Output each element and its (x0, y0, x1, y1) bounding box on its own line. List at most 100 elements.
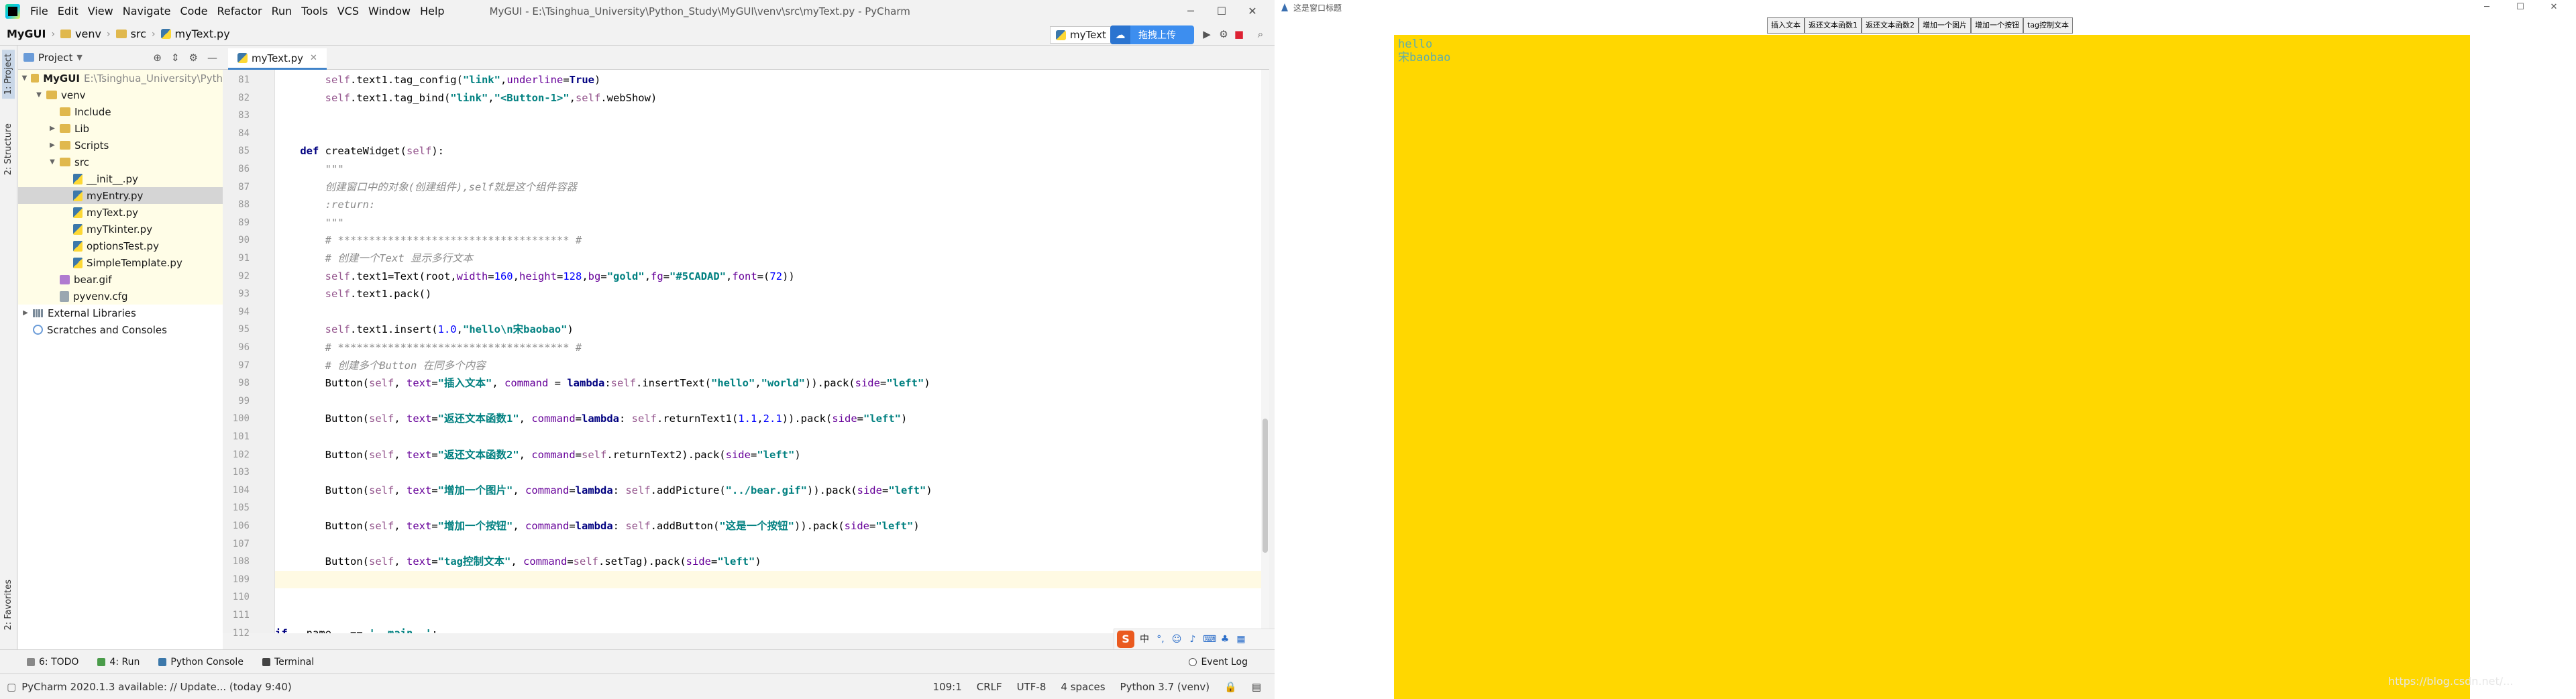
breadcrumb-venv[interactable]: venv (60, 28, 101, 40)
tree-item[interactable]: optionsTest.py (18, 237, 223, 254)
search-icon[interactable]: ⌕ (1254, 28, 1267, 40)
tree-item[interactable]: Scratches and Consoles (18, 321, 223, 338)
tool-terminal[interactable]: Terminal (262, 657, 314, 667)
hide-icon[interactable]: — (207, 52, 217, 64)
code-line[interactable] (275, 499, 1261, 517)
code-line[interactable]: self.text1.insert(1.0,"hello\n宋baobao") (275, 321, 1261, 338)
update-notice[interactable]: PyCharm 2020.1.3 available: // Update...… (21, 681, 292, 693)
code-line[interactable]: self.text1.tag_bind("link","<Button-1>",… (275, 89, 1261, 107)
breadcrumb-file[interactable]: myText.py (160, 28, 230, 40)
minimize-icon[interactable]: ─ (2470, 0, 2504, 15)
chevron-right-icon[interactable]: ▶ (21, 309, 30, 317)
chevron-right-icon[interactable]: ▶ (48, 125, 57, 132)
breadcrumb-src[interactable]: src (115, 28, 146, 40)
code-line[interactable] (275, 125, 1261, 142)
file-encoding[interactable]: UTF-8 (1017, 681, 1046, 693)
menu-view[interactable]: View (83, 0, 118, 23)
code-line[interactable]: Button(self, text="插入文本", command = lamb… (275, 374, 1261, 392)
tab-mytext[interactable]: myText.py ✕ (228, 48, 327, 70)
menu-edit[interactable]: Edit (53, 0, 83, 23)
locate-icon[interactable]: ⊕ (153, 52, 162, 64)
menu-navigate[interactable]: Navigate (118, 0, 176, 23)
tree-item[interactable]: Include (18, 103, 223, 120)
code-line[interactable]: Button(self, text="返还文本函数2", command=sel… (275, 446, 1261, 464)
ime-language-indicator[interactable]: 中 (1138, 633, 1150, 645)
menu-vcs[interactable]: VCS (333, 0, 364, 23)
tool-python-console[interactable]: Python Console (158, 657, 244, 667)
menu-window[interactable]: Window (364, 0, 415, 23)
code-line[interactable]: # 创建一个Text 显示多行文本 (275, 250, 1261, 267)
code-line[interactable]: # ************************************* … (275, 231, 1261, 249)
code-line[interactable]: # 创建多个Button 在同多个内容 (275, 357, 1261, 374)
run-configuration-select[interactable]: myText (1050, 26, 1114, 44)
gear-icon[interactable]: ⚙ (189, 52, 198, 64)
tool-run[interactable]: 4: Run (97, 657, 140, 667)
menu-help[interactable]: Help (415, 0, 449, 23)
tk-text-widget[interactable]: hello 宋baobao (1394, 35, 2470, 699)
code-line[interactable]: self.text1=Text(root,width=160,height=12… (275, 268, 1261, 285)
tab-structure[interactable]: 2: Structure (2, 119, 15, 179)
tk-button-3[interactable]: 增加一个图片 (1919, 17, 1971, 34)
menu-tools[interactable]: Tools (297, 0, 332, 23)
project-panel-title[interactable]: Project (38, 52, 72, 64)
lock-icon[interactable]: 🔒 (1224, 681, 1237, 693)
tree-item[interactable]: ▼ src (18, 154, 223, 170)
collapse-icon[interactable]: ⇕ (171, 52, 180, 64)
code-line[interactable] (275, 464, 1261, 481)
tab-project[interactable]: 1: Project (2, 50, 15, 99)
line-separator[interactable]: CRLF (977, 681, 1002, 693)
scroll-thumb[interactable] (1263, 419, 1268, 553)
tool-event-log[interactable]: Event Log (1189, 657, 1248, 667)
chevron-down-icon[interactable]: ▼ (21, 74, 28, 82)
close-icon[interactable]: ✕ (1237, 0, 1268, 23)
sogou-ime-icon[interactable]: S (1117, 631, 1134, 648)
tree-item[interactable]: SimpleTemplate.py (18, 254, 223, 271)
memory-icon[interactable]: ▤ (1252, 681, 1261, 693)
breadcrumb-project[interactable]: MyGUI (7, 28, 46, 40)
clothing-icon[interactable]: ♣ (1219, 633, 1231, 645)
emoji-icon[interactable]: ☺ (1171, 633, 1183, 645)
maximize-icon[interactable]: ☐ (1206, 0, 1237, 23)
microphone-icon[interactable]: ♪ (1187, 633, 1199, 645)
code-editor[interactable]: self.text1.tag_config("link",underline=T… (275, 70, 1261, 633)
editor-scrollbar[interactable] (1261, 70, 1269, 633)
keyboard-icon[interactable]: ⌨ (1203, 633, 1216, 645)
menu-run[interactable]: Run (267, 0, 297, 23)
debug-icon[interactable]: ⚙ (1218, 28, 1230, 40)
tree-item[interactable]: bear.gif (18, 271, 223, 288)
python-interpreter[interactable]: Python 3.7 (venv) (1120, 681, 1210, 693)
tk-button-2[interactable]: 返还文本函数2 (1862, 17, 1919, 34)
code-line[interactable]: self.text1.pack() (275, 285, 1261, 303)
tree-item[interactable]: myText.py (18, 204, 223, 221)
tree-item[interactable]: ▶ Scripts (18, 137, 223, 154)
menu-refactor[interactable]: Refactor (212, 0, 266, 23)
chevron-down-icon[interactable]: ▼ (48, 158, 57, 166)
code-line[interactable] (275, 428, 1261, 445)
tk-button-0[interactable]: 插入文本 (1767, 17, 1805, 34)
code-line[interactable]: self.text1.tag_config("link",underline=T… (275, 71, 1261, 89)
tk-button-5[interactable]: tag控制文本 (2023, 17, 2074, 34)
status-icon[interactable]: ▢ (7, 681, 16, 693)
caret-position[interactable]: 109:1 (933, 681, 962, 693)
tree-item[interactable]: myTkinter.py (18, 221, 223, 237)
tree-item[interactable]: pyvenv.cfg (18, 288, 223, 305)
tree-item[interactable]: ▼ MyGUI E:\Tsinghua_University\Pyth (18, 70, 223, 87)
minimize-icon[interactable]: ─ (1175, 0, 1206, 23)
code-line[interactable]: # ************************************* … (275, 339, 1261, 356)
indent-setting[interactable]: 4 spaces (1061, 681, 1105, 693)
chevron-down-icon[interactable]: ▼ (34, 91, 44, 99)
chevron-right-icon[interactable]: ▶ (48, 142, 57, 149)
toolbox-icon[interactable]: ▦ (1235, 633, 1247, 645)
code-line[interactable]: Button(self, text="返还文本函数1", command=lam… (275, 410, 1261, 427)
code-line[interactable] (275, 303, 1261, 321)
code-line[interactable]: def createWidget(self): (275, 142, 1261, 160)
menu-code[interactable]: Code (176, 0, 213, 23)
code-line[interactable]: 创建窗口中的对象(创建组件),self就是这个组件容器 (275, 178, 1261, 196)
code-line[interactable]: """ (275, 160, 1261, 178)
code-line[interactable]: :return: (275, 196, 1261, 213)
tool-todo[interactable]: 6: TODO (27, 657, 78, 667)
run-icon[interactable]: ▶ (1201, 28, 1213, 40)
drag-upload-button[interactable]: ☁ 拖拽上传 (1110, 25, 1194, 44)
close-tab-icon[interactable]: ✕ (310, 53, 317, 63)
code-line[interactable]: Button(self, text="tag控制文本", command=sel… (275, 553, 1261, 570)
